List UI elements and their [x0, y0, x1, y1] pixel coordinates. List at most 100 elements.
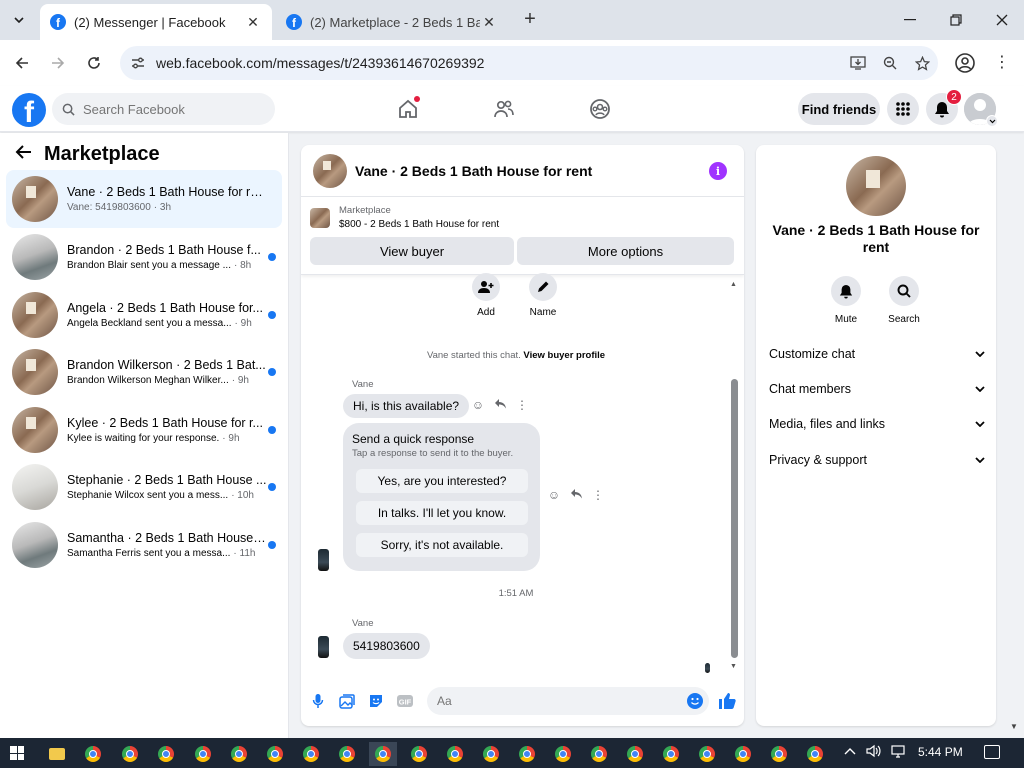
quick-response-option[interactable]: Sorry, it's not available.	[356, 533, 528, 557]
conversation-item[interactable]: Brandon Wilkerson · 2 Beds 1 Bat... Bran…	[6, 343, 282, 401]
message-bubble[interactable]: Hi, is this available?	[343, 394, 470, 418]
listing-summary[interactable]: Marketplace $800 - 2 Beds 1 Bath House f…	[310, 205, 499, 230]
forward-button[interactable]	[46, 51, 70, 75]
microphone-icon[interactable]	[309, 692, 327, 710]
browser-tab-marketplace[interactable]: f (2) Marketplace - 2 Beds 1 Bath ✕	[276, 4, 508, 40]
media-files-section[interactable]: Media, files and links	[769, 414, 985, 434]
browser-tab-messenger[interactable]: f (2) Messenger | Facebook ✕	[40, 4, 272, 40]
search-input[interactable]	[83, 101, 263, 117]
reply-icon[interactable]	[565, 488, 587, 502]
account-chevron-icon[interactable]	[986, 115, 998, 127]
sender-avatar[interactable]	[318, 636, 329, 658]
chrome-taskbar-icon[interactable]	[513, 742, 541, 766]
emoji-icon[interactable]	[687, 693, 703, 709]
tab-close-icon[interactable]: ✕	[480, 14, 498, 31]
chrome-taskbar-icon[interactable]	[225, 742, 253, 766]
new-tab-button[interactable]: +	[518, 8, 542, 32]
view-buyer-button[interactable]: View buyer	[310, 237, 514, 265]
add-action[interactable]: Add	[456, 273, 516, 318]
sender-avatar[interactable]	[318, 549, 329, 571]
chat-title[interactable]: Vane · 2 Beds 1 Bath House for rent	[355, 163, 592, 179]
message-input-box[interactable]	[427, 687, 709, 715]
chrome-taskbar-icon[interactable]	[441, 742, 469, 766]
address-bar[interactable]: web.facebook.com/messages/t/243936146702…	[120, 46, 938, 80]
restore-button[interactable]	[936, 6, 976, 34]
site-settings-icon[interactable]	[120, 57, 156, 69]
chrome-taskbar-icon[interactable]	[261, 742, 289, 766]
chrome-taskbar-icon[interactable]	[585, 742, 613, 766]
customize-chat-section[interactable]: Customize chat	[769, 344, 985, 364]
conversation-item[interactable]: Samantha · 2 Beds 1 Bath House ... Saman…	[6, 516, 282, 574]
photo-icon[interactable]	[338, 692, 356, 710]
scrollbar-thumb[interactable]	[731, 379, 738, 658]
show-hidden-icons-icon[interactable]	[844, 744, 856, 758]
browser-profile-icon[interactable]	[954, 52, 976, 74]
chrome-taskbar-icon[interactable]	[116, 742, 144, 766]
search-action[interactable]: Search	[874, 276, 934, 325]
volume-icon[interactable]	[866, 744, 882, 761]
conversation-item[interactable]: Kylee · 2 Beds 1 Bath House for r... Kyl…	[6, 401, 282, 459]
install-app-icon[interactable]	[842, 56, 874, 70]
find-friends-button[interactable]: Find friends	[798, 93, 880, 125]
back-arrow-icon[interactable]	[14, 143, 32, 166]
conversation-item[interactable]: Vane · 2 Beds 1 Bath House for rent Vane…	[6, 170, 282, 228]
zoom-icon[interactable]	[874, 56, 906, 70]
listing-avatar[interactable]	[846, 156, 906, 216]
menu-button[interactable]	[887, 93, 919, 125]
react-emoji-icon[interactable]: ☺	[543, 488, 565, 502]
back-button[interactable]	[10, 51, 34, 75]
home-nav[interactable]	[394, 96, 422, 122]
gif-icon[interactable]: GIF	[396, 692, 414, 710]
quick-response-option[interactable]: In talks. I'll let you know.	[356, 501, 528, 525]
chrome-taskbar-icon[interactable]	[621, 742, 649, 766]
reload-button[interactable]	[82, 51, 106, 75]
file-explorer-icon[interactable]	[43, 742, 71, 766]
more-options-button[interactable]: More options	[517, 237, 734, 265]
more-icon[interactable]: ⋮	[511, 398, 533, 412]
bookmark-star-icon[interactable]	[906, 55, 938, 71]
message-input[interactable]	[437, 694, 677, 708]
chat-members-section[interactable]: Chat members	[769, 379, 985, 399]
chrome-taskbar-icon[interactable]	[189, 742, 217, 766]
privacy-support-section[interactable]: Privacy & support	[769, 450, 985, 470]
reply-icon[interactable]	[489, 398, 511, 412]
info-icon[interactable]: i	[709, 162, 727, 180]
quick-response-option[interactable]: Yes, are you interested?	[356, 469, 528, 493]
chat-scrollbar[interactable]: ▲ ▼	[730, 277, 740, 673]
chrome-taskbar-icon[interactable]	[297, 742, 325, 766]
conversation-item[interactable]: Brandon · 2 Beds 1 Bath House f... Brand…	[6, 228, 282, 286]
facebook-logo-icon[interactable]: f	[12, 93, 46, 127]
tab-close-icon[interactable]: ✕	[244, 14, 262, 31]
chrome-taskbar-icon[interactable]	[333, 742, 361, 766]
chrome-taskbar-icon[interactable]	[79, 742, 107, 766]
page-scroll-down-icon[interactable]: ▼	[1010, 722, 1018, 731]
action-center-icon[interactable]	[984, 745, 1000, 759]
chrome-taskbar-icon[interactable]	[405, 742, 433, 766]
network-icon[interactable]	[890, 744, 908, 761]
browser-menu-icon[interactable]: ⋮	[992, 52, 1012, 74]
chrome-taskbar-icon[interactable]	[765, 742, 793, 766]
chrome-taskbar-icon[interactable]	[729, 742, 757, 766]
scroll-down-icon[interactable]: ▼	[730, 663, 737, 670]
name-action[interactable]: Name	[513, 273, 573, 318]
chrome-taskbar-icon[interactable]	[657, 742, 685, 766]
scroll-up-icon[interactable]: ▲	[730, 281, 737, 288]
conversation-item[interactable]: Stephanie · 2 Beds 1 Bath House ... Step…	[6, 458, 282, 516]
chrome-taskbar-icon[interactable]	[693, 742, 721, 766]
chrome-taskbar-icon[interactable]	[477, 742, 505, 766]
close-window-button[interactable]	[982, 6, 1022, 34]
sticker-icon[interactable]	[367, 692, 385, 710]
friends-nav[interactable]	[490, 96, 518, 122]
message-bubble[interactable]: 5419803600	[343, 633, 430, 659]
chrome-taskbar-icon[interactable]	[152, 742, 180, 766]
chat-listing-avatar[interactable]	[313, 153, 347, 188]
thumbs-up-icon[interactable]	[717, 691, 737, 711]
groups-nav[interactable]	[586, 96, 614, 122]
view-buyer-profile-link[interactable]: View buyer profile	[523, 350, 605, 361]
windows-start-icon[interactable]	[10, 746, 24, 760]
taskbar-clock[interactable]: 5:44 PM	[918, 745, 963, 759]
tab-search-button[interactable]	[6, 8, 32, 32]
chrome-taskbar-icon[interactable]	[801, 742, 829, 766]
react-emoji-icon[interactable]: ☺	[467, 398, 489, 412]
more-icon[interactable]: ⋮	[587, 488, 609, 502]
